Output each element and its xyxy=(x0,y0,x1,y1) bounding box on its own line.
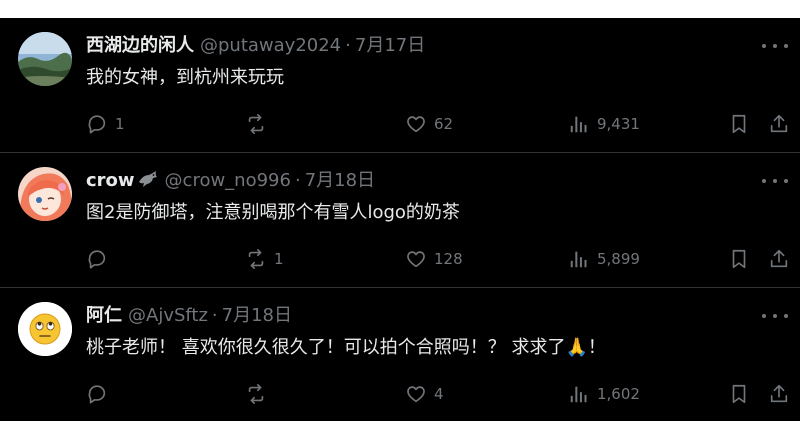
user-handle[interactable]: @AjvSftz xyxy=(128,305,208,326)
like-button[interactable]: 62 xyxy=(405,110,453,138)
bookmark-button[interactable] xyxy=(728,245,750,273)
share-icon xyxy=(770,384,788,403)
like-count: 4 xyxy=(434,385,444,403)
display-name[interactable]: crow xyxy=(86,170,135,191)
retweet-icon xyxy=(248,114,264,134)
share-button[interactable] xyxy=(768,380,790,408)
tweet-date[interactable]: 7月17日 xyxy=(355,35,425,56)
user-handle[interactable]: @putaway2024 xyxy=(200,35,341,56)
eye-roll-emoji-avatar-icon xyxy=(18,302,72,356)
reply-icon xyxy=(88,115,106,134)
view-count: 9,431 xyxy=(597,115,640,133)
more-options-icon[interactable] xyxy=(762,308,788,324)
tweet-text: 图2是防御塔，注意别喝那个有雪人logo的奶茶 xyxy=(86,202,460,223)
retweet-count: 1 xyxy=(274,250,284,268)
user-handle[interactable]: @crow_no996 xyxy=(165,170,291,191)
views-chart-icon xyxy=(570,251,587,268)
reply-feed: 西湖边的闲人 @putaway2024 · 7月17日 我的女神，到杭州来玩玩 1 6… xyxy=(0,18,800,421)
reply-button[interactable] xyxy=(86,245,115,273)
tweet-actions: 1 62 9,431 xyxy=(0,110,800,138)
view-count: 5,899 xyxy=(597,250,640,268)
separator-dot: · xyxy=(345,35,351,56)
landscape-photo-avatar-icon xyxy=(18,32,72,86)
like-button[interactable]: 4 xyxy=(405,380,444,408)
more-options-icon[interactable] xyxy=(762,173,788,189)
reply-count: 1 xyxy=(115,115,125,133)
display-name[interactable]: 阿仁 xyxy=(86,305,122,326)
share-icon xyxy=(770,249,788,268)
views-button[interactable]: 5,899 xyxy=(568,245,640,273)
separator-dot: · xyxy=(211,305,218,326)
like-button[interactable]: 128 xyxy=(405,245,463,273)
bookmark-icon xyxy=(732,249,746,269)
bookmark-button[interactable] xyxy=(728,380,750,408)
heart-icon xyxy=(407,116,425,133)
reply-tweet[interactable]: 阿仁 @AjvSftz · 7月18日 桃子老师！ 喜欢你很久很久了！可以拍个合照吗！… xyxy=(0,288,800,422)
tweet-date[interactable]: 7月18日 xyxy=(305,170,375,191)
retweet-button[interactable] xyxy=(245,110,274,138)
like-count: 128 xyxy=(434,250,463,268)
bookmark-icon xyxy=(732,384,746,404)
bookmark-button[interactable] xyxy=(728,110,750,138)
crow-bird-icon xyxy=(137,169,159,198)
reply-button[interactable] xyxy=(86,380,115,408)
display-name[interactable]: 西湖边的闲人 xyxy=(86,35,194,56)
avatar[interactable] xyxy=(18,167,72,221)
retweet-icon xyxy=(248,384,264,404)
views-button[interactable]: 9,431 xyxy=(568,110,640,138)
tweet-text: 桃子老师！ 喜欢你很久很久了！可以拍个合照吗！？ 求求了🙏！ xyxy=(86,337,606,358)
reply-tweet[interactable]: 西湖边的闲人 @putaway2024 · 7月17日 我的女神，到杭州来玩玩 1 6… xyxy=(0,18,800,152)
views-chart-icon xyxy=(570,386,587,403)
more-options-icon[interactable] xyxy=(762,38,788,54)
retweet-button[interactable]: 1 xyxy=(245,245,284,273)
tweet-header: 西湖边的闲人 @putaway2024 · 7月17日 xyxy=(86,32,425,60)
tweet-actions: 4 1,602 xyxy=(0,380,800,408)
retweet-button[interactable] xyxy=(245,380,274,408)
reply-icon xyxy=(88,385,106,404)
reply-button[interactable]: 1 xyxy=(86,110,125,138)
tweet-date[interactable]: 7月18日 xyxy=(222,305,292,326)
reply-icon xyxy=(88,250,106,269)
separator-dot: · xyxy=(294,170,301,191)
share-button[interactable] xyxy=(768,245,790,273)
view-count: 1,602 xyxy=(597,385,640,403)
views-chart-icon xyxy=(570,116,587,133)
anime-girl-avatar-icon xyxy=(18,167,72,221)
share-icon xyxy=(770,114,788,133)
tweet-header: crow @crow_no996 · 7月18日 xyxy=(86,167,375,195)
like-count: 62 xyxy=(434,115,454,133)
reply-tweet[interactable]: crow @crow_no996 · 7月18日 图2是防御塔，注意别喝那个有雪人lo… xyxy=(0,153,800,287)
tweet-header: 阿仁 @AjvSftz · 7月18日 xyxy=(86,302,292,330)
share-button[interactable] xyxy=(768,110,790,138)
tweet-actions: 1 128 5,899 xyxy=(0,245,800,273)
views-button[interactable]: 1,602 xyxy=(568,380,640,408)
retweet-icon xyxy=(248,249,264,269)
avatar[interactable] xyxy=(18,32,72,86)
heart-icon xyxy=(407,386,425,403)
tweet-text: 我的女神，到杭州来玩玩 xyxy=(86,67,284,88)
bookmark-icon xyxy=(732,114,746,134)
heart-icon xyxy=(407,251,425,268)
avatar[interactable] xyxy=(18,302,72,356)
